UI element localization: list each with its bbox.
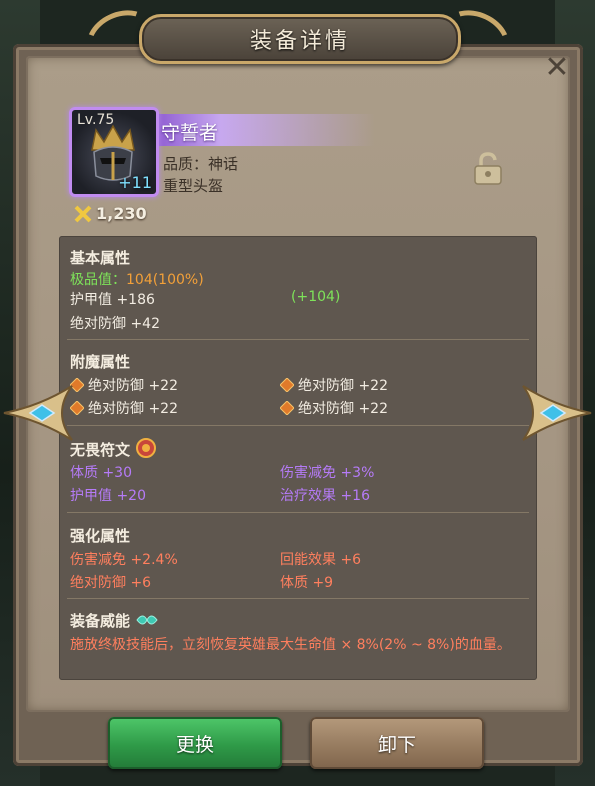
item-type: 重型头盔 xyxy=(163,177,224,195)
power-gem-icon xyxy=(136,615,158,625)
power-icon xyxy=(74,205,92,222)
armor-stat: 护甲值 +186 xyxy=(70,292,155,308)
grade-value: 104(100%) xyxy=(126,272,204,288)
item-enhance-level: +11 xyxy=(118,173,152,192)
enchant-stat: 绝对防御 +22 xyxy=(280,398,388,418)
lock-icon[interactable] xyxy=(472,152,504,186)
item-icon[interactable]: Lv.75 +11 xyxy=(69,107,159,197)
divider xyxy=(67,512,529,513)
absolute-defense-stat: 绝对防御 +42 xyxy=(70,316,160,332)
reinforce-stat: 伤害减免 +2.4% xyxy=(70,552,178,568)
divider xyxy=(67,598,529,599)
item-name: 守誓者 xyxy=(161,122,219,144)
power-ability-title: 装备威能 xyxy=(70,610,159,631)
reinforce-stat: 回能效果 +6 xyxy=(280,552,362,568)
unequip-button[interactable]: 卸下 xyxy=(310,717,484,769)
basic-stats-title: 基本属性 xyxy=(70,249,131,267)
title-banner: 装备详情 xyxy=(76,0,520,81)
divider xyxy=(67,425,529,426)
enchant-stat: 绝对防御 +22 xyxy=(280,375,388,395)
enchant-stat: 绝对防御 +22 xyxy=(70,375,178,395)
grade-line: 极品值：104(100%) xyxy=(70,269,204,289)
armor-bonus: (+104) xyxy=(291,289,341,305)
reinforce-stat: 体质 +9 xyxy=(280,575,334,591)
rune-stat: 体质 +30 xyxy=(70,465,132,481)
arrow-right-icon[interactable] xyxy=(521,376,595,450)
item-quality: 品质：神话 xyxy=(163,155,239,173)
rune-stat: 治疗效果 +16 xyxy=(280,488,370,504)
reinforce-stat: 绝对防御 +6 xyxy=(70,575,152,591)
arrow-left-icon[interactable] xyxy=(0,376,74,450)
reinforce-stats-title: 强化属性 xyxy=(70,527,131,545)
enchant-stat: 绝对防御 +22 xyxy=(70,398,178,418)
power-value: 1,230 xyxy=(96,204,147,223)
close-icon[interactable]: ✕ xyxy=(541,53,573,85)
replace-button[interactable]: 更换 xyxy=(108,717,282,769)
title-bar: 装备详情 xyxy=(139,14,461,64)
item-level: Lv.75 xyxy=(77,112,115,128)
page-title: 装备详情 xyxy=(249,29,350,54)
rune-diamond-icon xyxy=(280,401,294,415)
rune-diamond-icon xyxy=(280,378,294,392)
divider xyxy=(67,339,529,340)
rune-stat: 伤害减免 +3% xyxy=(280,465,375,481)
rune-stat: 护甲值 +20 xyxy=(70,488,146,504)
power-ability-description: 施放终极技能后，立刻恢复英雄最大生命值 × 8%(2% ~ 8%)的血量。 xyxy=(70,637,511,653)
power-rating: 1,230 xyxy=(74,204,147,223)
rune-stats-title: 无畏符文 xyxy=(70,437,157,460)
grade-label: 极品值： xyxy=(70,272,126,288)
rune-medal-icon xyxy=(136,438,157,458)
enchant-stats-title: 附魔属性 xyxy=(70,353,131,371)
